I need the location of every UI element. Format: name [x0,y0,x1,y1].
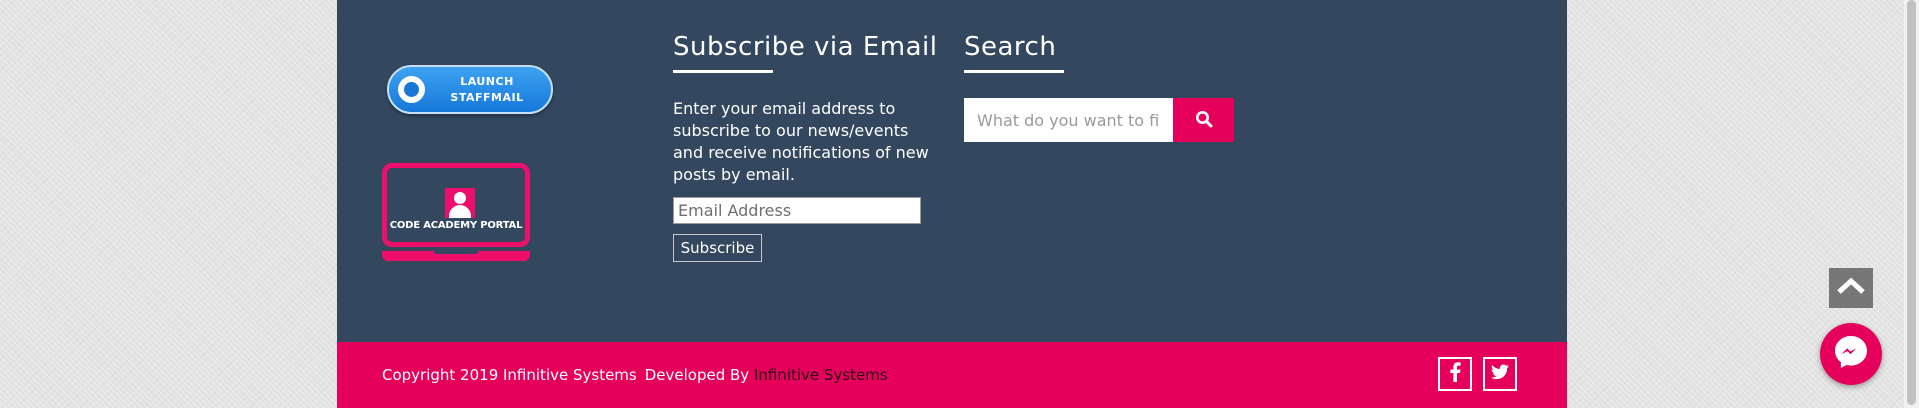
messenger-chat-button[interactable] [1820,323,1882,385]
staffmail-label-line1: LAUNCH [460,75,514,88]
copyright-label: Copyright 2019 Infinitive Systems [382,366,637,384]
subscribe-button[interactable]: Subscribe [673,234,762,262]
email-field[interactable] [673,197,921,224]
facebook-button[interactable] [1438,357,1472,391]
subscribe-heading: Subscribe via Email [673,32,938,62]
laptop-base [382,251,530,261]
scroll-to-top-button[interactable] [1829,268,1873,308]
laptop-icon [382,163,530,247]
page-wrapper: LAUNCH STAFFMAIL CODE ACADEMY PORTAL Sub… [337,0,1567,408]
chevron-up-icon [1837,277,1865,298]
staffmail-logo-icon [398,76,425,103]
search-icon [1195,110,1213,131]
messenger-icon [1832,333,1870,375]
page-scrollbar[interactable] [1904,0,1919,408]
user-icon [445,188,475,218]
copyright-text: Copyright 2019 Infinitive Systems Develop… [382,364,888,386]
staffmail-label-line2: STAFFMAIL [450,91,524,104]
developer-link[interactable]: Infinitive Systems [754,366,888,384]
search-button[interactable] [1173,98,1234,142]
developed-by-label: Developed By [644,366,750,384]
launch-staffmail-button[interactable]: LAUNCH STAFFMAIL [387,65,553,114]
scrollbar-thumb[interactable] [1907,0,1916,405]
code-academy-portal-link[interactable]: CODE ACADEMY PORTAL [382,163,530,263]
facebook-icon [1448,362,1462,386]
twitter-button[interactable] [1483,357,1517,391]
code-academy-label: CODE ACADEMY PORTAL [389,220,523,231]
footer-widgets-area: LAUNCH STAFFMAIL CODE ACADEMY PORTAL Sub… [337,0,1567,342]
subscribe-description: Enter your email address to subscribe to… [673,99,929,184]
search-heading: Search [964,32,1057,62]
search-heading-underline [964,70,1064,73]
twitter-icon [1491,364,1509,384]
subscribe-heading-underline [673,70,773,73]
search-input[interactable] [964,98,1173,142]
staffmail-label: LAUNCH STAFFMAIL [433,74,541,106]
